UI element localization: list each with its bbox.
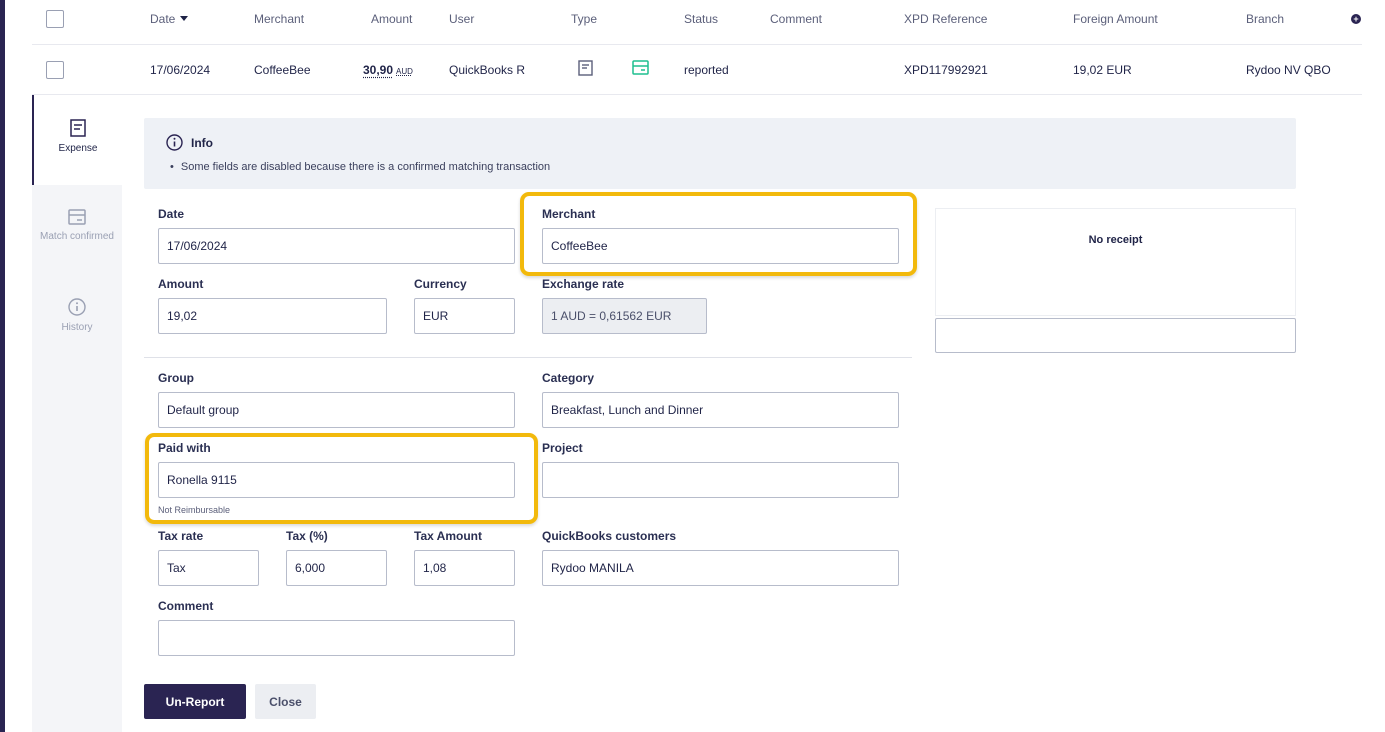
tax-percent-label: Tax (%)	[286, 529, 328, 543]
receipt-icon	[70, 119, 86, 137]
row-xpd-reference[interactable]: XPD117992921	[904, 63, 988, 77]
info-icon	[166, 134, 183, 154]
tab-match-confirmed[interactable]: Match confirmed	[32, 185, 122, 275]
info-message: Some fields are disabled because there i…	[170, 161, 550, 173]
currency-field[interactable]: EUR	[414, 298, 515, 334]
column-header-user[interactable]: User	[449, 12, 474, 26]
amount-field[interactable]: 19,02	[158, 298, 387, 334]
row-amount-value: 30,90	[363, 63, 394, 77]
column-header-status[interactable]: Status	[684, 12, 718, 26]
row-amount[interactable]: 30,90 AUD	[363, 63, 413, 77]
tab-expense[interactable]: Expense	[32, 95, 122, 185]
row-merchant[interactable]: CoffeeBee	[254, 63, 311, 77]
receipt-icon	[578, 60, 593, 79]
row-amount-currency: AUD	[396, 67, 413, 76]
receipt-upload-field[interactable]	[935, 318, 1296, 353]
project-field[interactable]	[542, 462, 899, 498]
column-header-foreign-amount[interactable]: Foreign Amount	[1073, 12, 1158, 26]
tax-amount-label: Tax Amount	[414, 529, 482, 543]
card-icon	[632, 60, 649, 78]
unreport-button[interactable]: Un-Report	[144, 684, 246, 719]
row-date[interactable]: 17/06/2024	[150, 63, 210, 77]
paid-with-label: Paid with	[158, 441, 211, 455]
merchant-label: Merchant	[542, 207, 596, 221]
add-column-icon[interactable]: +	[1351, 14, 1361, 24]
exchange-rate-label: Exchange rate	[542, 277, 625, 291]
merchant-field[interactable]: CoffeeBee	[542, 228, 899, 264]
group-field[interactable]: Default group	[158, 392, 515, 428]
project-label: Project	[542, 441, 583, 455]
tax-rate-label: Tax rate	[158, 529, 204, 543]
exchange-rate-field: 1 AUD = 0,61562 EUR	[542, 298, 707, 334]
column-header-comment[interactable]: Comment	[770, 12, 822, 26]
tax-percent-field[interactable]: 6,000	[286, 550, 387, 586]
info-banner	[144, 118, 1296, 189]
no-receipt-text: No receipt	[1088, 234, 1143, 246]
card-icon	[68, 209, 86, 225]
app-left-edge	[0, 0, 5, 732]
column-header-amount[interactable]: Amount	[371, 12, 412, 26]
row-branch[interactable]: Rydoo NV QBO	[1246, 63, 1331, 77]
tab-history[interactable]: History	[32, 275, 122, 365]
tax-amount-field[interactable]: 1,08	[414, 550, 515, 586]
comment-label: Comment	[158, 599, 214, 613]
quickbooks-customers-label: QuickBooks customers	[542, 529, 677, 543]
quickbooks-customers-field[interactable]: Rydoo MANILA	[542, 550, 899, 586]
info-title: Info	[191, 136, 213, 150]
currency-label: Currency	[414, 277, 467, 291]
paid-with-field[interactable]: Ronella 9115	[158, 462, 515, 498]
amount-label: Amount	[158, 277, 204, 291]
close-button[interactable]: Close	[255, 684, 316, 719]
category-field[interactable]: Breakfast, Lunch and Dinner	[542, 392, 899, 428]
paid-with-hint: Not Reimbursable	[158, 505, 231, 515]
column-header-type[interactable]: Type	[571, 12, 597, 26]
date-label: Date	[158, 207, 185, 221]
date-field[interactable]: 17/06/2024	[158, 228, 515, 264]
form-divider	[144, 357, 912, 358]
row-foreign-amount[interactable]: 19,02 EUR	[1073, 63, 1132, 77]
tax-rate-field[interactable]: Tax	[158, 550, 259, 586]
tab-expense-label: Expense	[58, 143, 98, 154]
column-header-date[interactable]: Date	[150, 12, 189, 26]
row-checkbox[interactable]	[46, 61, 64, 79]
row-user[interactable]: QuickBooks R	[449, 63, 525, 77]
group-label: Group	[158, 371, 194, 385]
row-status[interactable]: reported	[684, 63, 729, 77]
receipt-preview[interactable]	[935, 208, 1296, 316]
info-icon	[68, 298, 86, 316]
tab-match-confirmed-label: Match confirmed	[40, 231, 114, 242]
header-divider	[32, 44, 1362, 45]
tab-history-label: History	[61, 322, 93, 333]
column-header-xpd-reference[interactable]: XPD Reference	[904, 12, 987, 26]
category-label: Category	[542, 371, 595, 385]
sort-desc-icon	[180, 16, 189, 21]
column-header-branch[interactable]: Branch	[1246, 12, 1284, 26]
comment-field[interactable]	[158, 620, 515, 656]
select-all-checkbox[interactable]	[46, 10, 64, 28]
column-header-merchant[interactable]: Merchant	[254, 12, 304, 26]
row-divider	[32, 94, 1362, 95]
